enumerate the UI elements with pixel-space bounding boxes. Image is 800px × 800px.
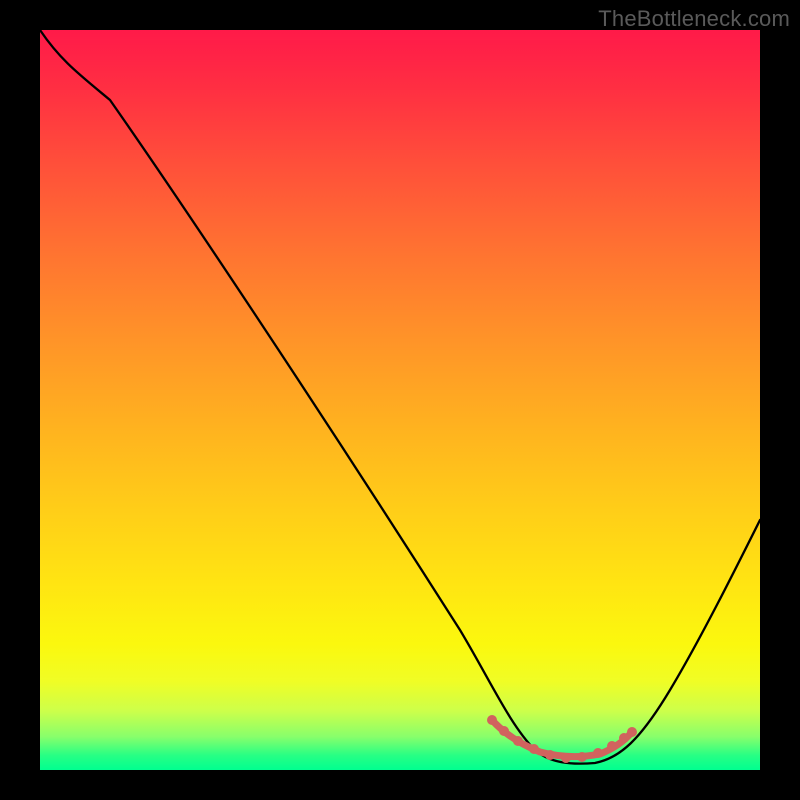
watermark-text: TheBottleneck.com bbox=[598, 6, 790, 32]
chart-svg bbox=[40, 30, 760, 770]
optimal-zone-line bbox=[492, 720, 632, 757]
chart-frame: TheBottleneck.com bbox=[0, 0, 800, 800]
bottleneck-curve bbox=[40, 30, 760, 764]
chart-plot-area bbox=[40, 30, 760, 770]
